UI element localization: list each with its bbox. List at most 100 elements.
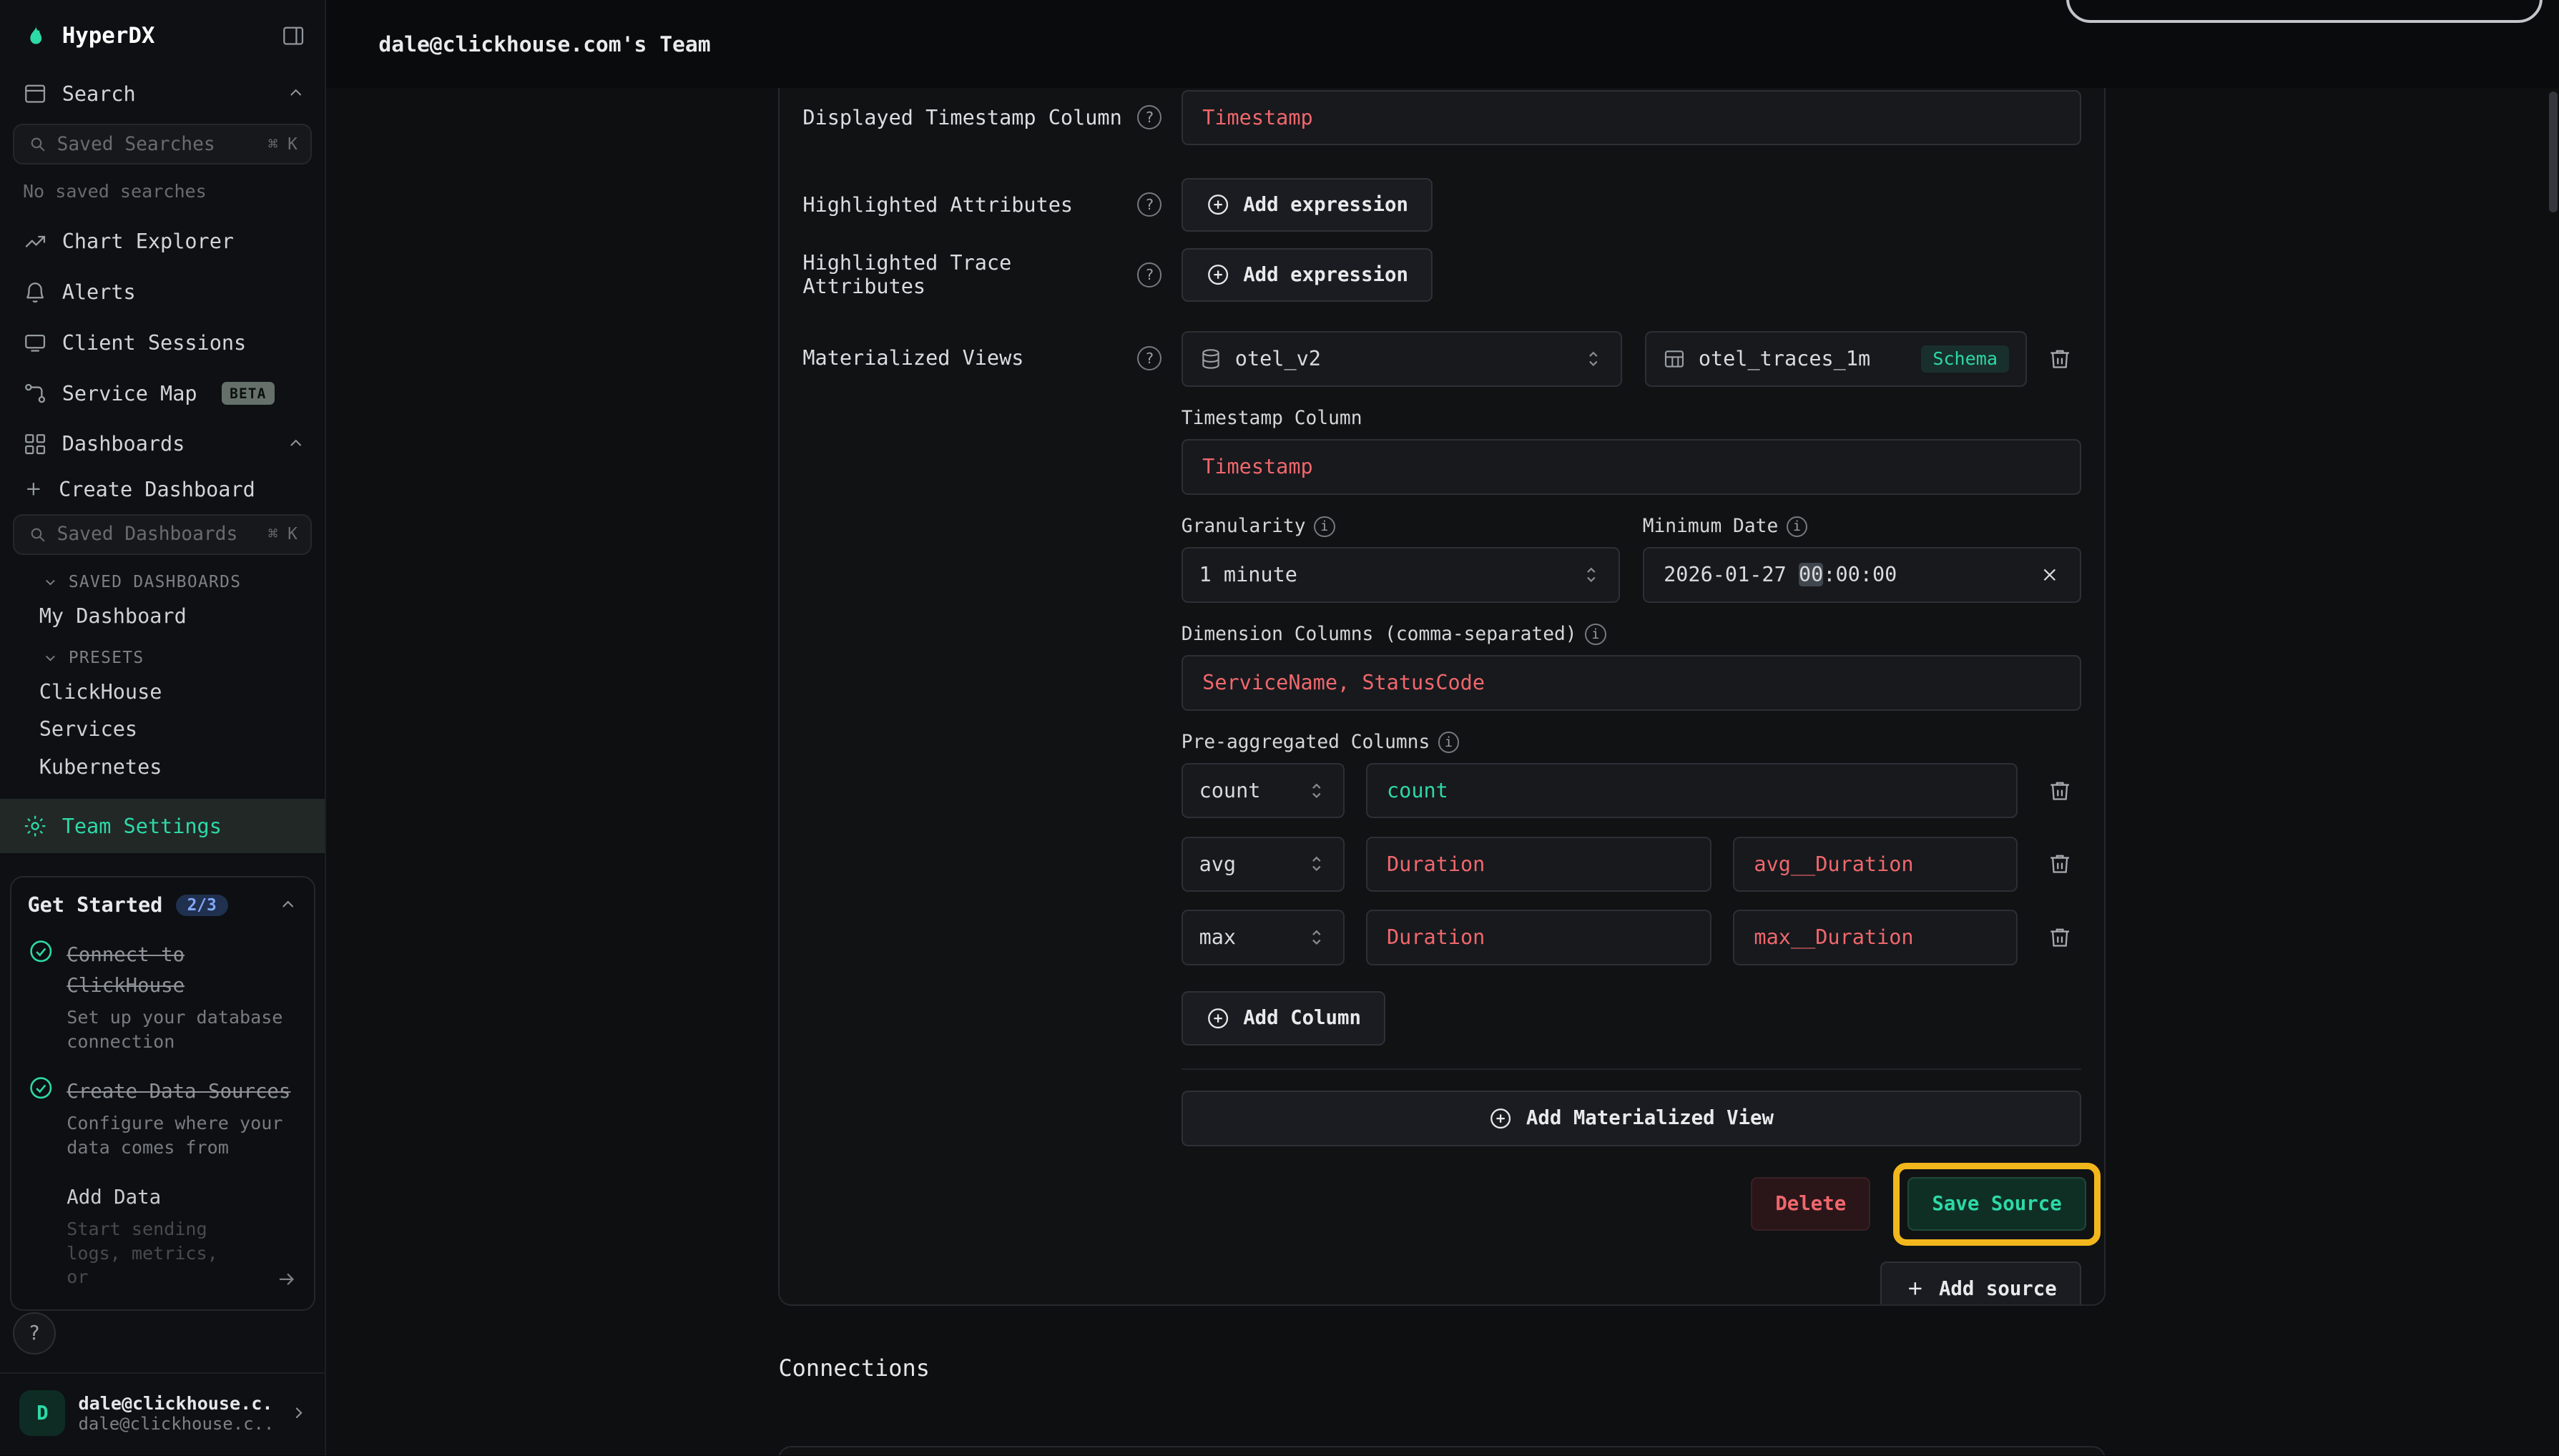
sidebar-item-client-sessions[interactable]: Client Sessions: [0, 318, 325, 368]
info-icon[interactable]: i: [1314, 516, 1335, 538]
preagg-column-input[interactable]: Duration: [1366, 910, 1712, 965]
sidebar-item-alerts[interactable]: Alerts: [0, 267, 325, 318]
save-highlight-box: Save Source: [1893, 1163, 2101, 1246]
view-source-row: otel_v2 otel_traces_1m Schema: [1182, 331, 2081, 387]
presets-heading[interactable]: PRESETS: [0, 635, 325, 673]
question-mark-icon: ?: [29, 1322, 40, 1344]
add-column-button[interactable]: Add Column: [1182, 991, 1385, 1045]
get-started-step[interactable]: Create Data Sources Configure where your…: [28, 1073, 298, 1159]
beta-badge: BETA: [222, 382, 275, 405]
select-chevrons-icon: [1581, 564, 1602, 586]
preagg-alias-input[interactable]: count: [1366, 763, 2018, 819]
save-source-button[interactable]: Save Source: [1907, 1177, 2086, 1231]
database-select[interactable]: otel_v2: [1182, 331, 1622, 387]
help-icon[interactable]: ?: [1137, 105, 1161, 129]
help-icon[interactable]: ?: [1137, 346, 1161, 370]
granularity-select[interactable]: 1 minute: [1182, 547, 1620, 603]
trash-icon[interactable]: [2038, 347, 2081, 371]
aggregation-fn-select[interactable]: avg: [1182, 837, 1345, 892]
help-icon[interactable]: ?: [1137, 262, 1161, 287]
saved-dashboards-heading[interactable]: SAVED DASHBOARDS: [0, 559, 325, 597]
service-map-icon: [23, 381, 47, 405]
saved-dashboards-input[interactable]: [57, 523, 258, 545]
sidebar-item-services[interactable]: Services: [0, 711, 325, 748]
timestamp-column-label: Timestamp Column: [1182, 408, 2081, 429]
info-icon[interactable]: i: [1438, 732, 1460, 753]
help-button[interactable]: ?: [13, 1312, 55, 1354]
preagg-row: avg Duration avg__Duration: [1182, 837, 2081, 892]
select-chevrons-icon: [1306, 853, 1327, 875]
preagg-row: max Duration max__Duration: [1182, 910, 2081, 965]
info-icon[interactable]: i: [1787, 516, 1808, 538]
chevron-up-icon[interactable]: [286, 84, 305, 103]
field-label: Displayed Timestamp Column: [802, 106, 1121, 129]
table-select[interactable]: otel_traces_1m Schema: [1645, 331, 2027, 387]
sidebar-item-team-settings[interactable]: Team Settings: [0, 799, 325, 852]
materialized-views-footer: Add Materialized View: [1182, 1068, 2081, 1146]
plus-circle-icon: [1488, 1106, 1513, 1131]
add-source-button[interactable]: Add source: [1880, 1261, 2081, 1305]
search-icon: [28, 525, 47, 544]
user-email: dale@clickhouse.c...: [79, 1414, 276, 1434]
saved-searches-search[interactable]: ⌘ K: [13, 124, 312, 164]
step-desc: Set up your database connection: [67, 1005, 298, 1054]
saved-searches-input[interactable]: [57, 134, 258, 155]
arrow-right-icon[interactable]: [276, 1269, 298, 1290]
add-expression-button[interactable]: Add expression: [1182, 178, 1433, 232]
get-started-step[interactable]: Add Data Start sending logs, metrics, or: [28, 1179, 298, 1289]
app-name: HyperDX: [62, 23, 155, 49]
get-started-step[interactable]: Connect to ClickHouse Set up your databa…: [28, 937, 298, 1054]
sidebar-item-service-map[interactable]: Service Map BETA: [0, 368, 325, 419]
sidebar-item-search[interactable]: Search: [0, 69, 325, 119]
selected-hour-segment[interactable]: 00: [1799, 563, 1823, 586]
info-icon[interactable]: i: [1585, 624, 1606, 645]
top-search-pill[interactable]: [2066, 0, 2543, 23]
trash-icon[interactable]: [2038, 852, 2081, 876]
logo-row: HyperDX: [0, 0, 325, 69]
sidebar-item-chart-explorer[interactable]: Chart Explorer: [0, 217, 325, 267]
preagg-alias-input[interactable]: avg__Duration: [1733, 837, 2018, 892]
displayed-timestamp-input[interactable]: Timestamp: [1182, 90, 2081, 146]
trash-icon[interactable]: [2038, 925, 2081, 950]
view-timestamp-input[interactable]: Timestamp: [1182, 439, 2081, 495]
plus-icon: [1905, 1278, 1926, 1299]
search-section-icon: [23, 82, 47, 106]
dimension-columns-input[interactable]: ServiceName, StatusCode: [1182, 655, 2081, 711]
team-settings-label: Team Settings: [62, 815, 222, 838]
scrollbar-thumb[interactable]: [2549, 92, 2557, 212]
form-actions-row: Delete Save Source: [1182, 1163, 2081, 1246]
collapse-sidebar-icon[interactable]: [281, 24, 305, 48]
displayed-timestamp-row: Displayed Timestamp Column ? Timestamp: [802, 90, 2081, 146]
help-icon[interactable]: ?: [1137, 192, 1161, 217]
step-desc: Configure where your data comes from: [67, 1111, 298, 1160]
no-saved-searches-text: No saved searches: [0, 169, 325, 217]
add-expression-button[interactable]: Add expression: [1182, 248, 1433, 302]
field-label: Highlighted Trace Attributes: [802, 251, 1137, 298]
sidebar-item-dashboards[interactable]: Dashboards: [0, 418, 325, 469]
user-menu[interactable]: D dale@clickhouse.c... dale@clickhouse.c…: [0, 1372, 325, 1455]
saved-dashboards-search[interactable]: ⌘ K: [13, 514, 312, 555]
add-materialized-view-button[interactable]: Add Materialized View: [1182, 1091, 2081, 1146]
materialized-views-row: Materialized Views ? otel_v2: [802, 331, 2081, 1305]
sidebar-item-kubernetes[interactable]: Kubernetes: [0, 749, 325, 786]
field-label: Materialized Views: [802, 346, 1023, 370]
get-started-title: Get Started: [28, 893, 163, 917]
clear-date-icon[interactable]: [2039, 564, 2061, 586]
preagg-alias-input[interactable]: max__Duration: [1733, 910, 2018, 965]
minimum-date-input[interactable]: 2026-01-27 00:00:00: [1643, 547, 2081, 603]
sidebar-item-label: Alerts: [62, 280, 136, 304]
aggregation-fn-select[interactable]: count: [1182, 763, 1345, 819]
trash-icon[interactable]: [2038, 779, 2081, 803]
sidebar-item-label: Chart Explorer: [62, 230, 234, 253]
preagg-column-input[interactable]: Duration: [1366, 837, 1712, 892]
sidebar-item-clickhouse[interactable]: ClickHouse: [0, 674, 325, 711]
sidebar-item-label: Search: [62, 82, 136, 106]
check-circle-icon: [28, 1073, 54, 1159]
delete-button[interactable]: Delete: [1751, 1177, 1870, 1231]
get-started-header[interactable]: Get Started 2/3: [28, 893, 298, 917]
create-dashboard-button[interactable]: Create Dashboard: [0, 469, 325, 509]
schema-badge[interactable]: Schema: [1921, 345, 2009, 373]
chevron-up-icon[interactable]: [286, 434, 305, 453]
sidebar-item-my-dashboard[interactable]: My Dashboard: [0, 598, 325, 635]
aggregation-fn-select[interactable]: max: [1182, 910, 1345, 965]
